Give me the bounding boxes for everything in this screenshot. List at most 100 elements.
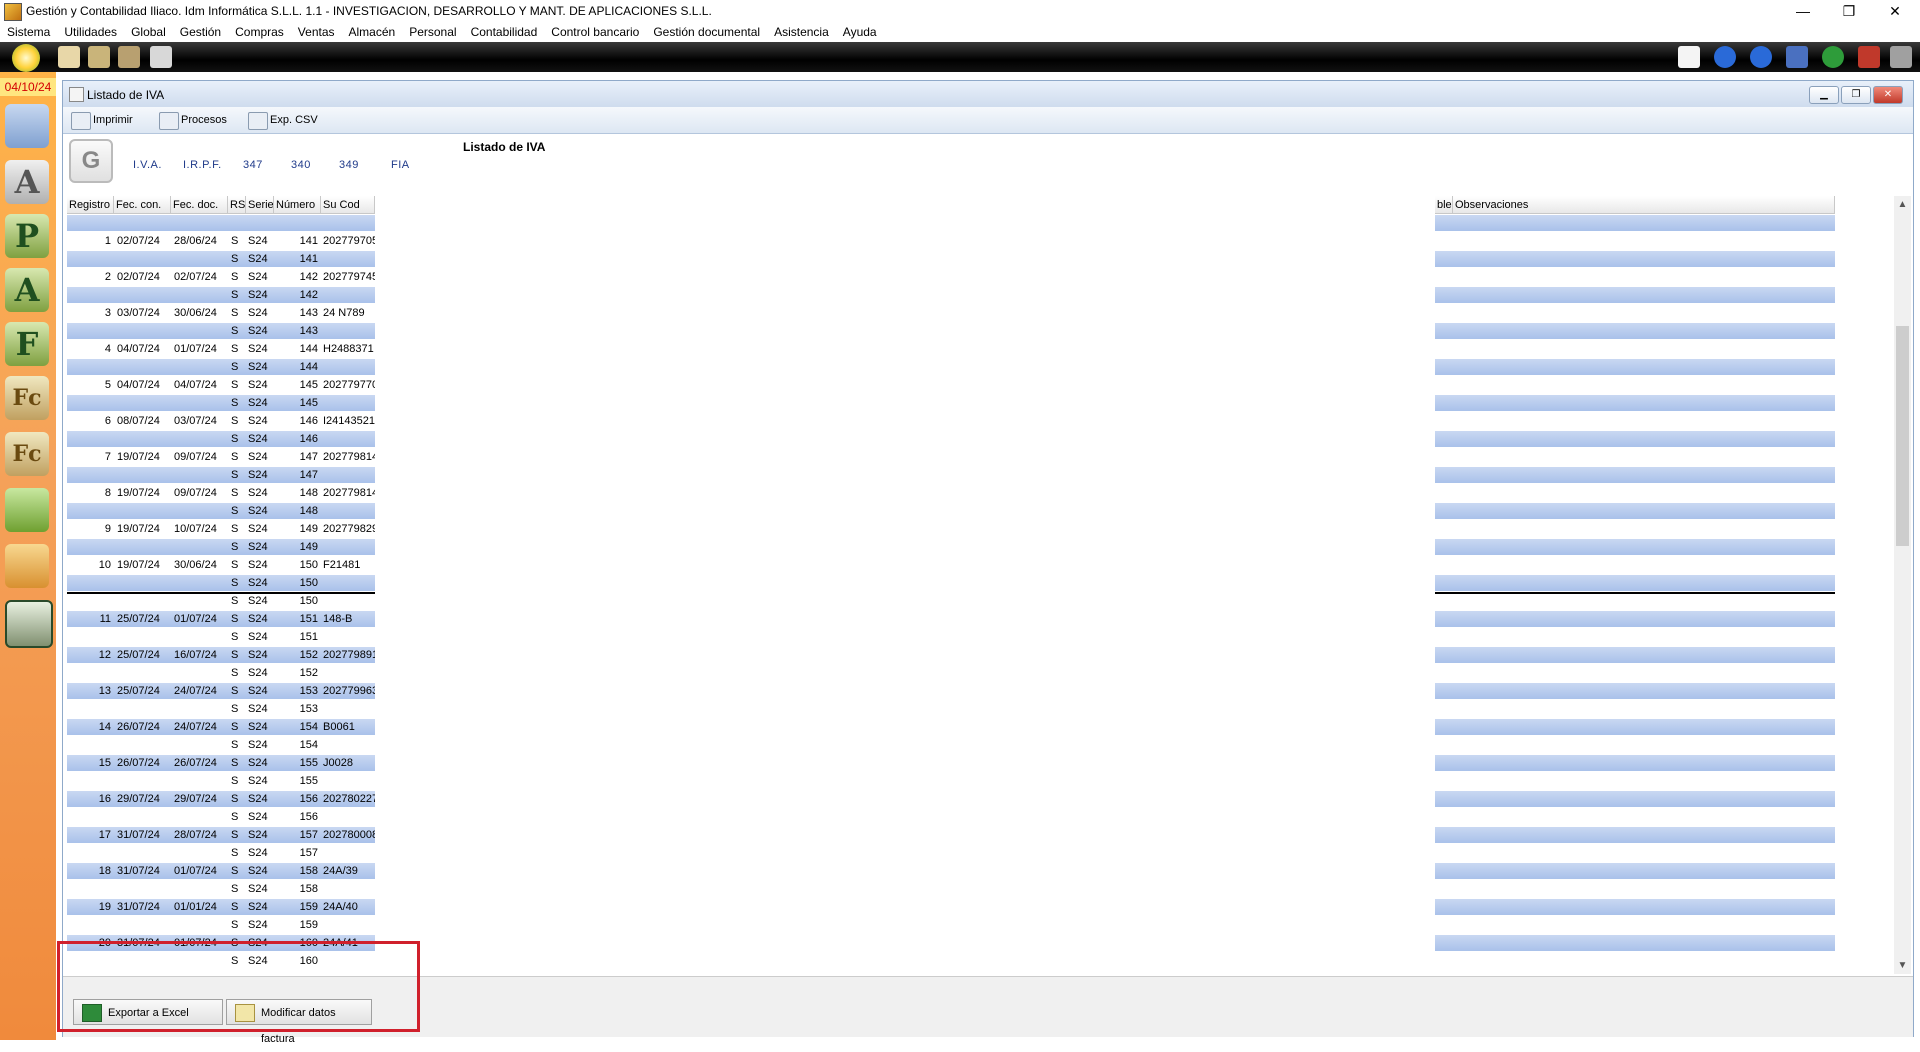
list-icon[interactable]: [1786, 46, 1808, 68]
table-row[interactable]: S S24 144: [67, 358, 1892, 376]
menu-item-12[interactable]: Ayuda: [836, 22, 884, 42]
table-row[interactable]: 13 25/07/24 24/07/24 S S24 153 2027799631: [67, 682, 1892, 700]
col-serie[interactable]: Serie: [246, 196, 274, 214]
table-row[interactable]: S S24 159: [67, 916, 1892, 934]
report-list-icon[interactable]: [5, 600, 53, 648]
col-numero[interactable]: Número: [274, 196, 321, 214]
menu-item-8[interactable]: Contabilidad: [464, 22, 545, 42]
table-row[interactable]: 4 04/07/24 01/07/24 S S24 144 H2488371: [67, 340, 1892, 358]
tab-iva[interactable]: I.V.A.: [133, 159, 162, 171]
vertical-scrollbar[interactable]: ▲ ▼: [1894, 196, 1911, 974]
mail-icon[interactable]: [1678, 46, 1700, 68]
close-app-icon[interactable]: [1858, 46, 1880, 68]
table-row[interactable]: S S24 154: [67, 736, 1892, 754]
menu-item-2[interactable]: Global: [124, 22, 173, 42]
table-row[interactable]: S S24 158: [67, 880, 1892, 898]
table-row[interactable]: 7 19/07/24 09/07/24 S S24 147 2027798141: [67, 448, 1892, 466]
table-row[interactable]: 10 19/07/24 30/06/24 S S24 150 F21481: [67, 556, 1892, 574]
menu-item-4[interactable]: Compras: [228, 22, 291, 42]
mdi-restore-button[interactable]: ❐: [1841, 86, 1871, 104]
table-row[interactable]: 1 02/07/24 28/06/24 S S24 141 2027797051: [67, 232, 1892, 250]
sidebar-icon-fc2[interactable]: Fc: [5, 432, 49, 476]
menu-item-7[interactable]: Personal: [402, 22, 463, 42]
home-orb-icon[interactable]: [12, 44, 40, 72]
table-row[interactable]: 14 26/07/24 24/07/24 S S24 154 B0061: [67, 718, 1892, 736]
table-row[interactable]: 3 03/07/24 30/06/24 S S24 143 24 N789: [67, 304, 1892, 322]
table-row[interactable]: 19 31/07/24 01/01/24 S S24 159 24A/40: [67, 898, 1892, 916]
table-row[interactable]: 16 29/07/24 29/07/24 S S24 156 2027802271: [67, 790, 1892, 808]
sidebar-icon-p[interactable]: P: [5, 214, 49, 258]
windows-icon[interactable]: [150, 46, 172, 68]
menu-item-1[interactable]: Utilidades: [57, 22, 124, 42]
users-icon[interactable]: [5, 104, 49, 148]
table-row[interactable]: S S24 145: [67, 394, 1892, 412]
tab-349[interactable]: 349: [339, 159, 359, 171]
col-registro[interactable]: Registro: [67, 196, 114, 214]
back-arrow-icon[interactable]: [1714, 46, 1736, 68]
calculator-icon[interactable]: [58, 46, 80, 68]
close-button[interactable]: ✕: [1872, 0, 1918, 22]
table-row[interactable]: S S24 147: [67, 466, 1892, 484]
col-fec-con[interactable]: Fec. con.: [114, 196, 171, 214]
tab-fia[interactable]: FIA: [391, 159, 410, 171]
menu-item-6[interactable]: Almacén: [342, 22, 403, 42]
table-row[interactable]: 15 26/07/24 26/07/24 S S24 155 J0028: [67, 754, 1892, 772]
col-fec-doc[interactable]: Fec. doc.: [171, 196, 228, 214]
forward-arrow-icon[interactable]: [1750, 46, 1772, 68]
maximize-button[interactable]: ❐: [1826, 0, 1872, 22]
sidebar-icon-a2[interactable]: A: [5, 268, 49, 312]
table-row[interactable]: S S24 146: [67, 430, 1892, 448]
table-row[interactable]: S S24 155: [67, 772, 1892, 790]
table-row[interactable]: 11 25/07/24 01/07/24 S S24 151 148-B: [67, 610, 1892, 628]
table-row[interactable]: [67, 214, 1892, 232]
table-row[interactable]: 18 31/07/24 01/07/24 S S24 158 24A/39: [67, 862, 1892, 880]
shopping-bag-orange-icon[interactable]: [5, 544, 49, 588]
menu-item-11[interactable]: Asistencia: [767, 22, 836, 42]
table-row[interactable]: 6 08/07/24 03/07/24 S S24 146 I24143521: [67, 412, 1892, 430]
table-row[interactable]: S S24 151: [67, 628, 1892, 646]
table-row[interactable]: 8 19/07/24 09/07/24 S S24 148 2027798141: [67, 484, 1892, 502]
scroll-down-arrow-icon[interactable]: ▼: [1894, 957, 1911, 974]
col-observaciones[interactable]: Observaciones: [1453, 196, 1835, 214]
sidebar-icon-f[interactable]: F: [5, 322, 49, 366]
table-row[interactable]: 12 25/07/24 16/07/24 S S24 152 2027798911: [67, 646, 1892, 664]
table-row[interactable]: S S24 150: [67, 574, 1892, 592]
table-row[interactable]: S S24 143: [67, 322, 1892, 340]
table-row[interactable]: S S24 157: [67, 844, 1892, 862]
mdi-close-button[interactable]: ✕: [1873, 86, 1903, 104]
print-button[interactable]: Imprimir: [71, 111, 133, 130]
shopping-bag-green-icon[interactable]: [5, 488, 49, 532]
settings-icon[interactable]: [118, 46, 140, 68]
help-icon[interactable]: [1822, 46, 1844, 68]
tab-340[interactable]: 340: [291, 159, 311, 171]
col-su-cod[interactable]: Su Cod: [321, 196, 375, 214]
table-row[interactable]: S S24 149: [67, 538, 1892, 556]
processes-button[interactable]: Procesos: [159, 111, 227, 130]
table-row[interactable]: S S24 148: [67, 502, 1892, 520]
scroll-thumb[interactable]: [1896, 326, 1909, 546]
table-row[interactable]: S S24 142: [67, 286, 1892, 304]
exit-icon[interactable]: [1890, 46, 1912, 68]
minimize-button[interactable]: —: [1780, 0, 1826, 22]
table-row[interactable]: 5 04/07/24 04/07/24 S S24 145 2027797701: [67, 376, 1892, 394]
menu-item-10[interactable]: Gestión documental: [646, 22, 767, 42]
tab-347[interactable]: 347: [243, 159, 263, 171]
sidebar-icon-fc1[interactable]: Fc: [5, 376, 49, 420]
col-rs[interactable]: RS: [228, 196, 246, 214]
col-imponible[interactable]: ble: [1435, 196, 1453, 214]
tab-irpf[interactable]: I.R.P.F.: [183, 159, 222, 171]
table-row[interactable]: S S24 156: [67, 808, 1892, 826]
table-row[interactable]: 9 19/07/24 10/07/24 S S24 149 2027798291: [67, 520, 1892, 538]
menu-item-0[interactable]: Sistema: [0, 22, 57, 42]
calendar-icon[interactable]: [88, 46, 110, 68]
table-row[interactable]: S S24 153: [67, 700, 1892, 718]
table-row[interactable]: S S24 152: [67, 664, 1892, 682]
menu-item-9[interactable]: Control bancario: [544, 22, 646, 42]
table-row[interactable]: 2 02/07/24 02/07/24 S S24 142 2027797451: [67, 268, 1892, 286]
menu-item-3[interactable]: Gestión: [173, 22, 228, 42]
table-row[interactable]: S S24 150: [67, 592, 1892, 610]
mdi-minimize-button[interactable]: ▁: [1809, 86, 1839, 104]
menu-item-5[interactable]: Ventas: [291, 22, 342, 42]
export-csv-button[interactable]: Exp. CSV: [248, 111, 318, 130]
table-row[interactable]: 17 31/07/24 28/07/24 S S24 157 2027800081: [67, 826, 1892, 844]
